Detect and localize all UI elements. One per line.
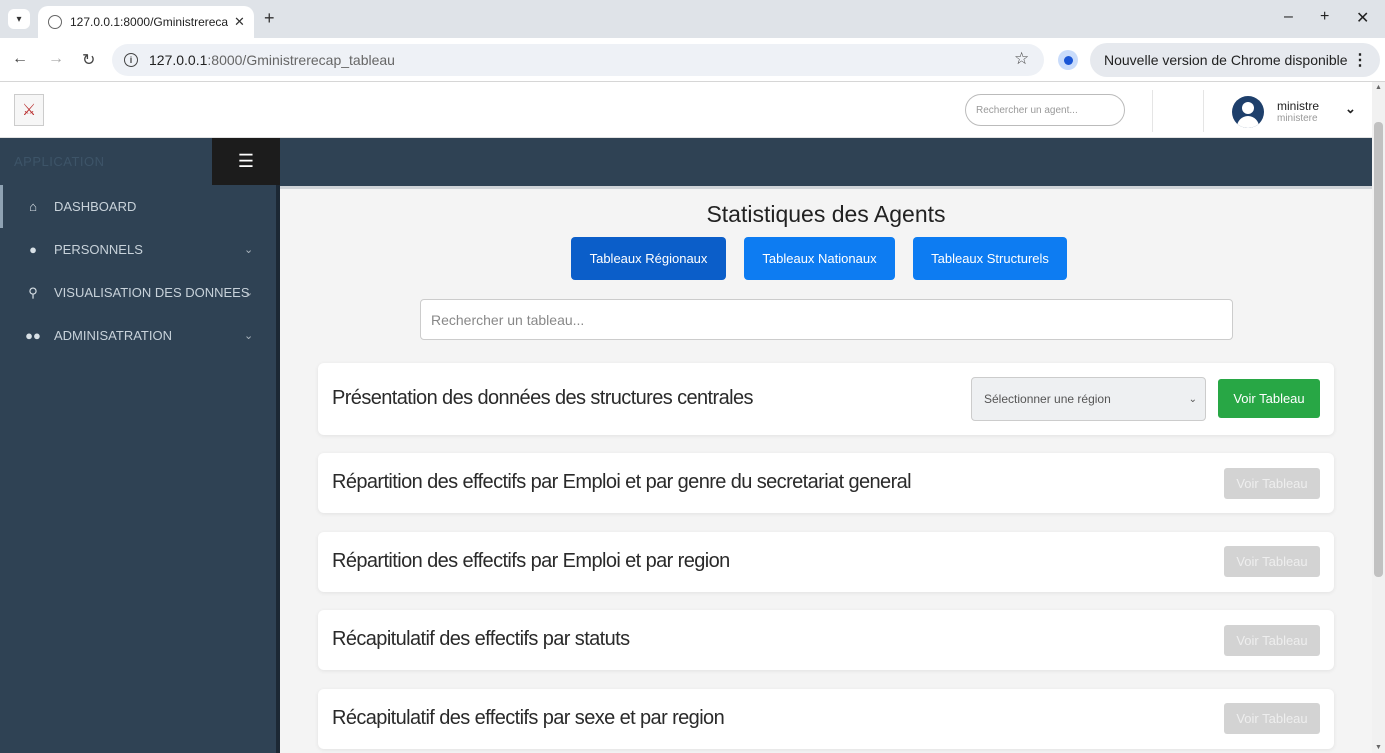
forward-button[interactable]: →: [48, 50, 64, 68]
scrollbar-thumb[interactable]: [1374, 122, 1383, 577]
scroll-up-icon[interactable]: ▲: [1375, 84, 1382, 91]
sidebar-app-label: APPLICATION: [14, 154, 105, 169]
view-table-button-disabled[interactable]: Voir Tableau: [1224, 468, 1320, 499]
chrome-update-chip[interactable]: Nouvelle version de Chrome disponible ⋮: [1090, 43, 1380, 77]
sidebar-item-label: ADMINISATRATION: [54, 328, 172, 343]
table-card: Présentation des données des structures …: [318, 363, 1334, 435]
user-role: ministere: [1277, 113, 1318, 124]
user-avatar-icon[interactable]: [1232, 96, 1264, 128]
back-button[interactable]: ←: [12, 50, 28, 68]
browser-tab[interactable]: 127.0.0.1:8000/Gministrerecap_tableau ✕: [38, 6, 254, 38]
page-title: Statistiques des Agents: [706, 201, 946, 227]
sidebar-item-label: VISUALISATION DES DONNEES: [54, 285, 250, 300]
sidebar-item-visualisation[interactable]: ⚲ VISUALISATION DES DONNEES ⌄: [0, 271, 276, 314]
browser-toolbar: ← → ↻ i 127.0.0.1:8000/Gministrerecap_ta…: [0, 38, 1385, 82]
view-table-button-disabled[interactable]: Voir Tableau: [1224, 546, 1320, 577]
sidebar-item-label: DASHBOARD: [54, 199, 137, 214]
user-icon: ●: [29, 242, 37, 257]
header-divider: [1203, 90, 1204, 132]
coat-of-arms-logo: ⚔: [14, 94, 44, 126]
tab-title: 127.0.0.1:8000/Gministrerecap_tableau: [70, 15, 228, 29]
map-marker-icon: ⚲: [28, 284, 38, 300]
view-table-button[interactable]: Voir Tableau: [1218, 379, 1320, 418]
chevron-down-icon: ⌄: [244, 244, 254, 256]
window-close-button[interactable]: ✕: [1356, 8, 1369, 28]
sidebar: APPLICATION ☰ ⌂ DASHBOARD ● PERSONNELS ⌄…: [0, 138, 280, 753]
info-icon[interactable]: i: [124, 53, 138, 67]
url-path: :8000/Gministrerecap_tableau: [207, 52, 395, 68]
address-bar[interactable]: i 127.0.0.1:8000/Gministrerecap_tableau: [112, 44, 1044, 76]
chevron-down-icon[interactable]: ⌄: [1345, 101, 1356, 117]
card-title: Répartition des effectifs par Emploi et …: [332, 471, 912, 493]
content-topbar: [280, 138, 1372, 186]
minimize-button[interactable]: –: [1284, 8, 1293, 26]
chevron-down-icon: ⌄: [244, 330, 254, 342]
page-scrollbar[interactable]: ▲ ▼: [1372, 82, 1385, 753]
profile-icon[interactable]: [1058, 50, 1078, 70]
reload-button[interactable]: ↻: [82, 50, 95, 70]
chevron-down-icon: ⌄: [244, 287, 254, 299]
card-title: Récapitulatif des effectifs par sexe et …: [332, 707, 725, 729]
view-table-button-disabled[interactable]: Voir Tableau: [1224, 703, 1320, 734]
header-divider: [1152, 90, 1153, 132]
tab-tableaux-structurels[interactable]: Tableaux Structurels: [913, 237, 1067, 280]
user-name[interactable]: ministre: [1277, 99, 1319, 113]
users-icon: ●●: [25, 328, 41, 343]
agent-search-input[interactable]: Rechercher un agent...: [965, 94, 1125, 126]
card-title: Répartition des effectifs par Emploi et …: [332, 550, 730, 572]
url-text: 127.0.0.1:8000/Gministrerecap_tableau: [149, 52, 395, 68]
globe-icon: [48, 15, 62, 29]
sidebar-item-dashboard[interactable]: ⌂ DASHBOARD: [0, 185, 276, 228]
browser-tabstrip: ▾ 127.0.0.1:8000/Gministrerecap_tableau …: [0, 0, 1385, 38]
tab-tableaux-nationaux[interactable]: Tableaux Nationaux: [744, 237, 895, 280]
home-icon: ⌂: [29, 199, 37, 214]
bookmark-star-icon[interactable]: ☆: [1014, 49, 1029, 69]
scroll-down-icon[interactable]: ▼: [1375, 744, 1382, 751]
update-chip-label: Nouvelle version de Chrome disponible: [1104, 52, 1348, 68]
kebab-menu-icon[interactable]: ⋮: [1352, 50, 1368, 70]
sidebar-item-label: PERSONNELS: [54, 242, 143, 257]
hamburger-menu-icon[interactable]: ☰: [212, 138, 280, 185]
table-card: Répartition des effectifs par Emploi et …: [318, 453, 1334, 513]
maximize-button[interactable]: +: [1320, 8, 1329, 26]
sidebar-item-administration[interactable]: ●● ADMINISATRATION ⌄: [0, 314, 276, 357]
chevron-down-icon: ⌄: [1188, 393, 1197, 405]
region-select-value: Sélectionner une région: [984, 392, 1111, 406]
card-title: Récapitulatif des effectifs par statuts: [332, 628, 630, 650]
table-card: Répartition des effectifs par Emploi et …: [318, 532, 1334, 592]
tab-search-button[interactable]: ▾: [8, 9, 30, 29]
table-search-input[interactable]: Rechercher un tableau...: [420, 299, 1233, 340]
close-icon[interactable]: ✕: [234, 14, 245, 30]
card-title: Présentation des données des structures …: [332, 387, 753, 409]
table-card: Récapitulatif des effectifs par statuts …: [318, 610, 1334, 670]
url-host: 127.0.0.1: [149, 52, 208, 68]
app-header: ⚔ Rechercher un agent... ministre minist…: [0, 82, 1372, 138]
table-card: Récapitulatif des effectifs par sexe et …: [318, 689, 1334, 749]
sidebar-item-personnels[interactable]: ● PERSONNELS ⌄: [0, 228, 276, 271]
main-content: Statistiques des Agents Tableaux Régiona…: [280, 186, 1372, 753]
region-select[interactable]: Sélectionner une région ⌄: [971, 377, 1206, 421]
view-table-button-disabled[interactable]: Voir Tableau: [1224, 625, 1320, 656]
tab-tableaux-regionaux[interactable]: Tableaux Régionaux: [571, 237, 726, 280]
new-tab-button[interactable]: +: [264, 8, 275, 29]
